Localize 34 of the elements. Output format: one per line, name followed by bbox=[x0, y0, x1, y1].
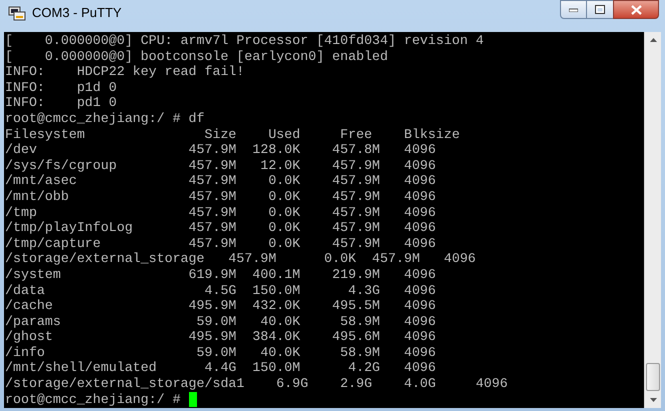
terminal-line: /params 59.0M 40.0K 58.9M 4096 bbox=[5, 314, 437, 330]
terminal-line: INFO: p1d 0 bbox=[5, 80, 118, 96]
window-title: COM3 - PuTTY bbox=[32, 5, 122, 21]
maximize-button[interactable] bbox=[587, 0, 613, 19]
terminal-line: /tmp/playInfoLog 457.9M 0.0K 457.9M 4096 bbox=[5, 220, 437, 236]
terminal-line: /storage/external_storage/sda1 6.9G 2.9G 4.0G 4096 bbox=[5, 376, 509, 392]
terminal-line: INFO: pd1 0 bbox=[5, 95, 118, 111]
terminal-line: /cache 495.9M 432.0K 495.5M 4096 bbox=[5, 298, 437, 314]
terminal-line: /tmp/capture 457.9M 0.0K 457.9M 4096 bbox=[5, 236, 437, 252]
terminal-line: root@cmcc_zhejiang:/ # df bbox=[5, 110, 206, 127]
terminal-line: /mnt/shell/emulated 4.4G 150.0M 4.2G 4096 bbox=[5, 360, 437, 376]
terminal-line: [ 0.000000@0] bootconsole [earlycon0] enabled bbox=[5, 48, 390, 64]
terminal-line: Filesystem Size Used Free Blksize bbox=[5, 126, 461, 142]
scrollbar[interactable] bbox=[644, 32, 661, 408]
close-icon bbox=[630, 4, 642, 14]
terminal-line: [ 0.000000@0] CPU: armv7l Processor [410fd034] revision 4 bbox=[5, 33, 485, 49]
minimize-button[interactable] bbox=[560, 0, 587, 19]
terminal-line: /mnt/asec 457.9M 0.0K 457.9M 4096 bbox=[5, 173, 437, 189]
minimize-icon bbox=[569, 8, 578, 12]
terminal-line: /dev 457.9M 128.0K 457.8M 4096 bbox=[5, 142, 437, 158]
terminal-line: /ghost 495.9M 384.0K 495.6M 4096 bbox=[5, 329, 437, 345]
terminal-line: /sys/fs/cgroup 457.9M 12.0K 457.9M 4096 bbox=[5, 158, 437, 174]
terminal-line: /system 619.9M 400.1M 219.9M 4096 bbox=[5, 266, 437, 282]
terminal-line: /tmp 457.9M 0.0K 457.9M 4096 bbox=[5, 204, 437, 220]
terminal-line: /info 59.0M 40.0K 58.9M 4096 bbox=[5, 344, 437, 360]
terminal-line: INFO: HDCP22 key read fail! bbox=[5, 64, 246, 80]
scroll-thumb[interactable] bbox=[646, 363, 660, 391]
close-button[interactable] bbox=[613, 0, 659, 19]
computer-terminal-icon bbox=[8, 5, 26, 21]
terminal-line: /data 4.5G 150.0M 4.3G 4096 bbox=[5, 282, 437, 298]
shell-prompt: root@cmcc_zhejiang:/ # bbox=[5, 392, 182, 408]
terminal-line: /storage/external_storage 457.9M 0.0K 457.9M 4096 bbox=[5, 251, 477, 267]
terminal-line: /mnt/obb 457.9M 0.0K 457.9M 4096 bbox=[5, 188, 437, 205]
maximize-icon bbox=[595, 5, 605, 14]
